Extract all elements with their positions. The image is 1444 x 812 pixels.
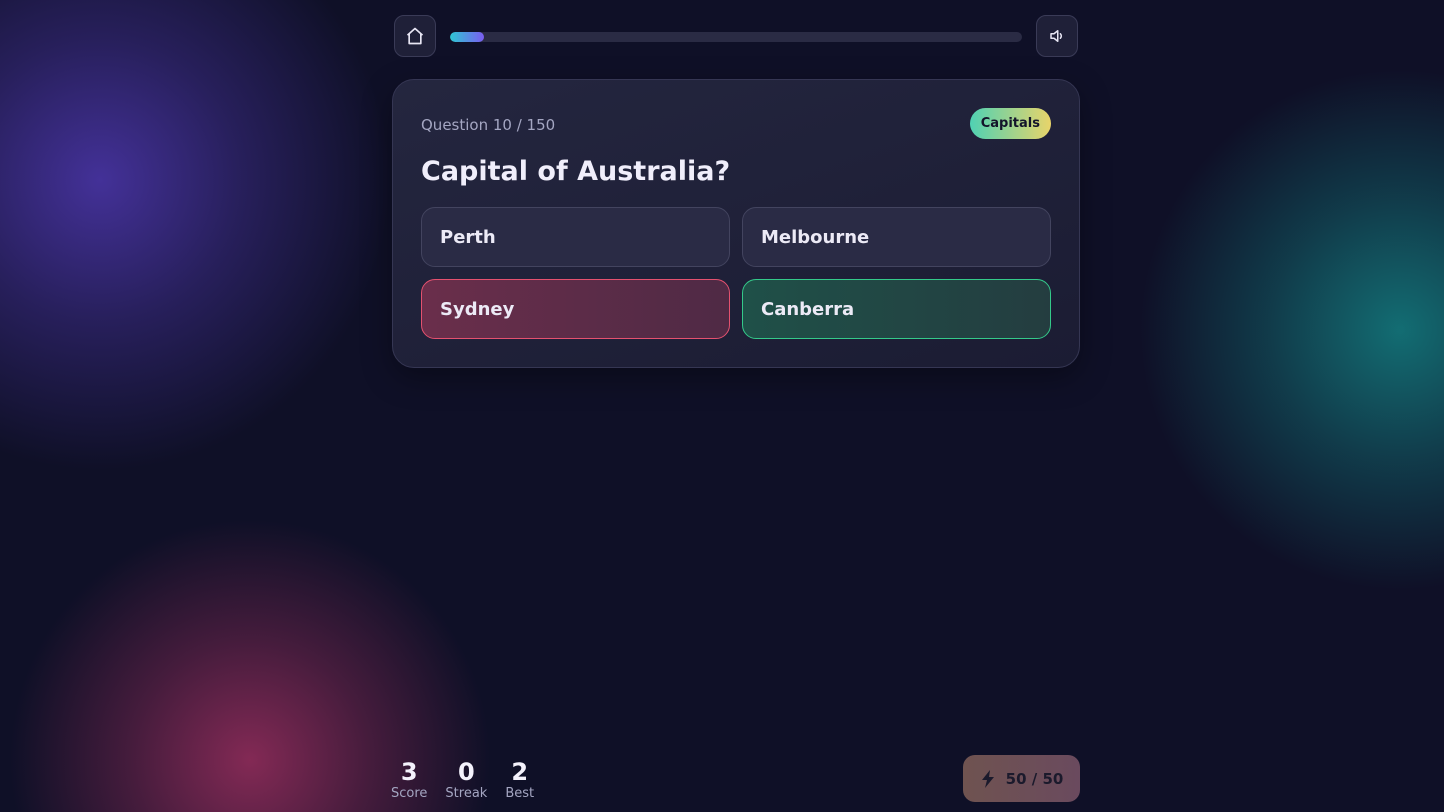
answer-option-canberra-correct[interactable]: Canberra	[742, 279, 1051, 339]
lightning-icon	[981, 769, 994, 788]
stats-bar: 3 Score 0 Streak 2 Best	[391, 758, 534, 802]
streak-label: Streak	[445, 786, 488, 801]
best-label: Best	[505, 786, 535, 801]
question-counter: Question 10 / 150	[421, 116, 556, 134]
top-bar	[394, 15, 1078, 59]
score-stat: 3 Score	[391, 758, 427, 802]
best-value: 2	[511, 758, 529, 786]
energy-button[interactable]: 50 / 50	[963, 755, 1080, 802]
best-stat: 2 Best	[505, 758, 534, 802]
score-value: 3	[400, 758, 418, 786]
energy-text: 50 / 50	[1005, 769, 1064, 788]
answer-option-melbourne[interactable]: Melbourne	[742, 207, 1051, 267]
category-badge: Capitals	[969, 108, 1051, 139]
progress-bar	[450, 32, 1022, 42]
answer-option-sydney-wrong[interactable]: Sydney	[421, 279, 730, 339]
question-card: Question 10 / 150 Capitals Capital of Au…	[392, 79, 1080, 368]
question-text: Capital of Australia?	[421, 156, 731, 187]
answer-option-perth[interactable]: Perth	[421, 207, 730, 267]
home-button[interactable]	[394, 15, 436, 57]
speaker-icon	[1050, 30, 1063, 42]
streak-value: 0	[458, 758, 475, 786]
sound-button[interactable]	[1036, 15, 1078, 57]
score-label: Score	[391, 786, 428, 801]
progress-fill	[450, 32, 485, 42]
home-icon	[406, 27, 424, 45]
streak-stat: 0 Streak	[445, 758, 487, 802]
